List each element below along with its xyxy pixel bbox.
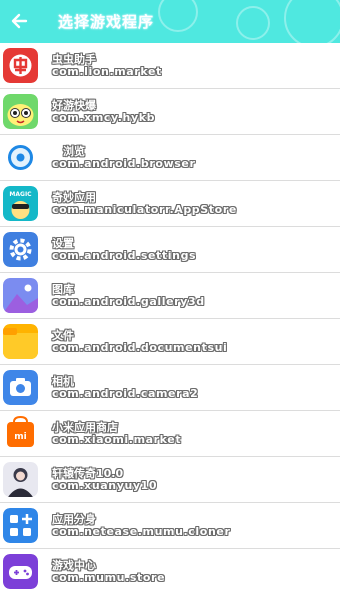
list-item[interactable]: mi 小米应用商店 com.xiaomi.market (0, 411, 340, 457)
list-item[interactable]: 应用分身 com.netease.mumu.cloner (0, 503, 340, 549)
cloner-icon (3, 508, 38, 543)
list-item[interactable]: 好游快爆 com.xmcy.hykb (0, 89, 340, 135)
svg-text:MAGIC: MAGIC (9, 191, 32, 198)
list-item[interactable]: 虫虫助手 com.lion.market (0, 43, 340, 89)
magic-app-icon: MAGIC (3, 186, 38, 221)
lion-market-icon (3, 48, 38, 83)
app-header: 选择游戏程序 (0, 0, 340, 48)
gallery-icon (3, 278, 38, 313)
header-decoration (236, 6, 270, 40)
app-package: com.lion.market (52, 65, 162, 78)
app-package: com.netease.mumu.cloner (52, 525, 231, 538)
mi-store-icon: mi (3, 416, 38, 451)
app-package: com.android.documentsui (52, 341, 228, 354)
header-decoration (284, 0, 340, 48)
list-item[interactable]: MAGIC 奇妙应用 com.maniculatorr.AppStore (0, 181, 340, 227)
arrow-left-icon[interactable] (6, 7, 34, 35)
avatar-icon (3, 462, 38, 497)
list-item[interactable]: 文件 com.android.documentsui (0, 319, 340, 365)
gamepad-icon (3, 554, 38, 589)
page-title: 选择游戏程序 (58, 13, 155, 31)
app-package: com.android.settings (52, 249, 197, 262)
svg-text:mi: mi (14, 432, 26, 442)
app-package: com.xuanyuy10 (52, 479, 158, 492)
app-package: com.android.browser (52, 157, 196, 170)
list-item[interactable]: 图库 com.android.gallery3d (0, 273, 340, 319)
list-item[interactable]: 轩辕传奇10.0 com.xuanyuy10 (0, 457, 340, 503)
app-package: com.mumu.store (52, 571, 166, 584)
list-item[interactable]: 浏览 com.android.browser (0, 135, 340, 181)
list-item[interactable]: 相机 com.android.camera2 (0, 365, 340, 411)
app-package: com.android.gallery3d (52, 295, 205, 308)
app-package: com.maniculatorr.AppStore (52, 203, 237, 216)
app-package: com.xiaomi.market (52, 433, 182, 446)
header-decoration (158, 0, 198, 32)
browser-icon (3, 140, 38, 175)
app-package: com.xmcy.hykb (52, 111, 156, 124)
app-list: 虫虫助手 com.lion.market 好游快爆 com.xmcy.hykb … (0, 43, 340, 594)
camera-icon (3, 370, 38, 405)
settings-icon (3, 232, 38, 267)
folder-icon (3, 324, 38, 359)
list-item[interactable]: 设置 com.android.settings (0, 227, 340, 273)
app-package: com.android.camera2 (52, 387, 199, 400)
list-item[interactable]: 游戏中心 com.mumu.store (0, 549, 340, 594)
hykb-icon (3, 94, 38, 129)
